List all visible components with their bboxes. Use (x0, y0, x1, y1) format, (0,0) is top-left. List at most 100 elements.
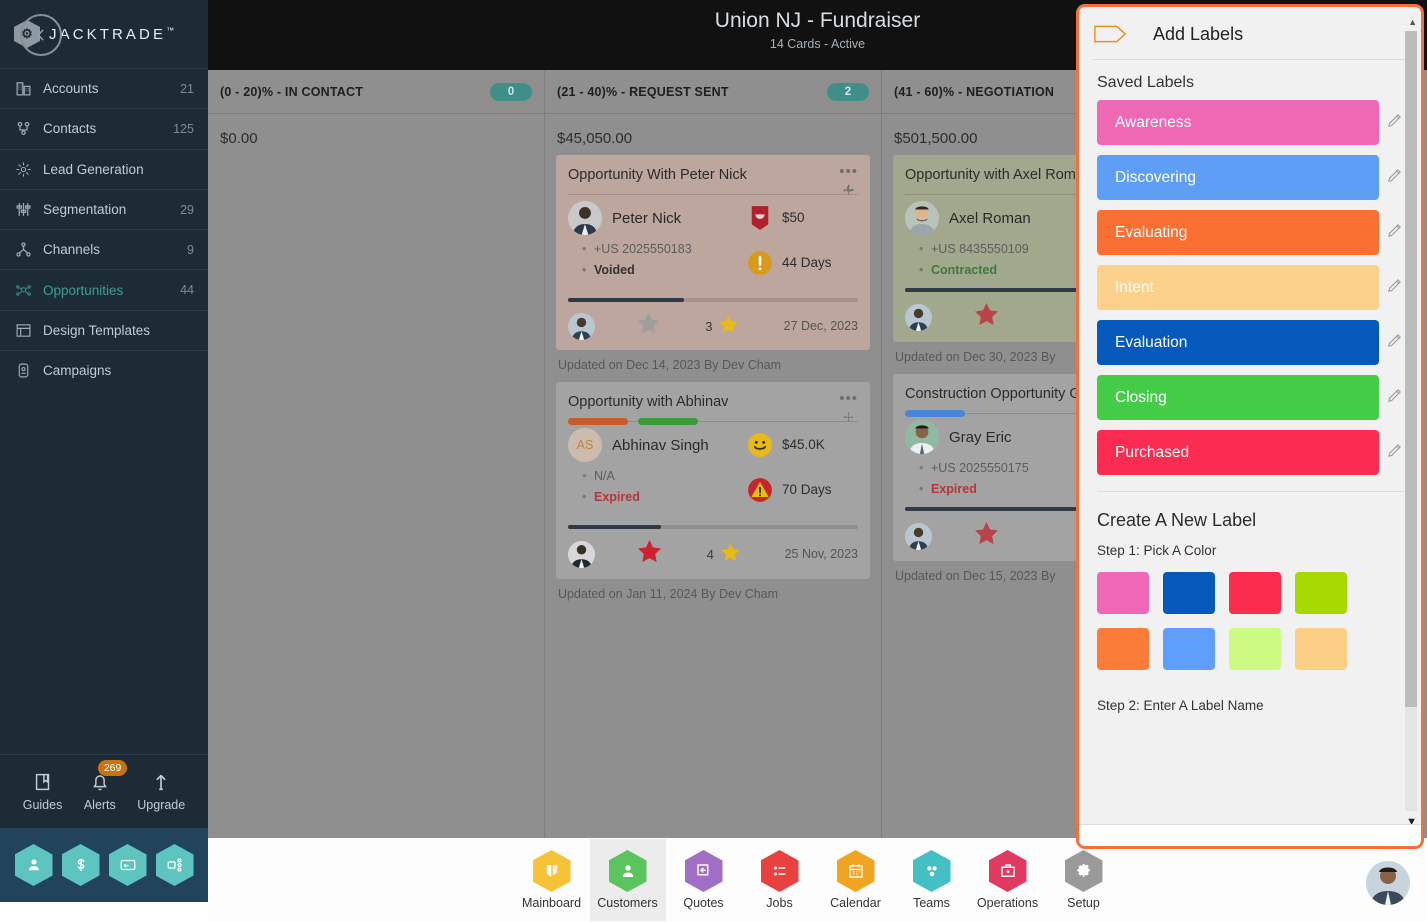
person-hex-icon[interactable] (14, 844, 53, 886)
column-title: (0 - 20)% - IN CONTACT (220, 84, 364, 99)
color-swatch-pink[interactable] (1097, 572, 1149, 614)
panel-scrollbar-thumb[interactable] (1405, 31, 1417, 707)
avatar-initials: AS (568, 428, 602, 462)
bottom-nav-mainboard[interactable]: Mainboard (514, 839, 590, 921)
add-labels-panel-body: Add Labels Saved Labels Awareness Discov… (1079, 7, 1421, 846)
panel-scrollbar[interactable] (1405, 31, 1417, 811)
card-status: Voided (582, 263, 746, 277)
payment-hex-icon[interactable] (108, 844, 147, 886)
mainboard-icon (532, 850, 571, 892)
bottom-navigation: Mainboard Customers Quotes Jobs Calendar… (208, 838, 1427, 922)
card-rating: 3 (662, 313, 784, 339)
workflow-hex-icon[interactable] (155, 844, 194, 886)
saved-label-awareness[interactable]: Awareness (1097, 100, 1379, 145)
sidebar-item-campaigns[interactable]: Campaigns (0, 350, 208, 390)
bottom-nav-quotes[interactable]: Quotes (666, 839, 742, 921)
card-person: Peter Nick (568, 201, 746, 235)
sidebar-item-contacts[interactable]: Contacts 125 (0, 108, 208, 148)
upgrade-label: Upgrade (137, 798, 186, 812)
sidebar-footer (0, 902, 208, 922)
card-priority-star-icon[interactable] (635, 310, 662, 342)
sidebar-quick-actions (0, 828, 208, 902)
saved-label-intent[interactable]: Intent (1097, 265, 1379, 310)
sidebar-item-count: 44 (180, 283, 194, 298)
color-swatch-light-blue[interactable] (1163, 628, 1215, 670)
sidebar-item-lead-generation[interactable]: Lead Generation (0, 148, 208, 189)
sidebar-item-channels[interactable]: Channels 9 (0, 229, 208, 269)
avatar-photo (905, 303, 932, 331)
logo-label: JACKTRADE (49, 25, 167, 43)
add-labels-panel: Add Labels Saved Labels Awareness Discov… (1076, 4, 1424, 849)
saved-label-row: Intent (1079, 265, 1421, 310)
opportunity-card[interactable]: ••• Opportunity with Abhinav AS Abhinav … (556, 382, 870, 579)
sidebar-item-label: Campaigns (43, 363, 112, 379)
avatar-photo (905, 522, 932, 550)
card-label-bar (638, 418, 698, 425)
user-avatar[interactable] (1366, 861, 1410, 905)
avatar (905, 420, 939, 454)
bottom-nav-jobs[interactable]: Jobs (742, 839, 818, 921)
card-divider (568, 418, 858, 425)
card-person: AS Abhinav Singh (568, 428, 746, 462)
bottom-nav-teams[interactable]: Teams (894, 839, 970, 921)
color-swatch-blue[interactable] (1163, 572, 1215, 614)
app-root: ⚙ JACKTRADE™ Accounts 21 Contacts 125 Le… (0, 0, 1427, 922)
card-updated-text: Updated on Jan 11, 2024 By Dev Cham (558, 587, 779, 601)
bottom-nav-label: Quotes (683, 896, 724, 910)
sidebar-item-design-templates[interactable]: Design Templates (0, 309, 208, 350)
saved-label-evaluating[interactable]: Evaluating (1097, 210, 1379, 255)
color-swatch-lime[interactable] (1295, 572, 1347, 614)
card-left-column: Peter Nick +US 2025550183 Voided (568, 201, 746, 294)
column-card-list: ••• Opportunity With Peter Nick Peter Ni… (545, 155, 881, 611)
bottom-nav-calendar[interactable]: Calendar (818, 839, 894, 921)
card-menu-icon[interactable]: ••• (839, 163, 858, 180)
bottom-nav-label: Customers (597, 896, 658, 910)
scroll-up-arrow[interactable]: ▲ (1408, 17, 1417, 27)
person-name: Abhinav Singh (612, 436, 709, 454)
card-priority-star-icon[interactable] (972, 519, 1001, 553)
setup-gear-icon (1064, 850, 1103, 892)
card-body: Peter Nick +US 2025550183 Voided $50 (568, 201, 858, 294)
alerts-button[interactable]: 269 Alerts (84, 760, 128, 812)
bottom-nav-customers[interactable]: Customers (589, 839, 666, 921)
card-title: Opportunity with Abhinav (568, 394, 729, 410)
card-amount-value: $50 (782, 210, 805, 225)
sidebar-item-opportunities[interactable]: Opportunities 44 (0, 269, 208, 309)
guides-button[interactable]: Guides (23, 771, 62, 812)
card-days-value: 70 Days (782, 482, 832, 497)
opportunity-card[interactable]: ••• Opportunity With Peter Nick Peter Ni… (556, 155, 870, 350)
card-updated-text: Updated on Dec 14, 2023 By Dev Cham (558, 358, 782, 372)
card-title: Opportunity With Peter Nick (568, 167, 747, 183)
color-swatch-red[interactable] (1229, 572, 1281, 614)
color-swatch-light-orange[interactable] (1295, 628, 1347, 670)
upgrade-button[interactable]: Upgrade (137, 771, 185, 812)
step2-label: Step 2: Enter A Label Name (1097, 698, 1264, 713)
card-priority-star-icon[interactable] (972, 300, 1001, 334)
column-title: (21 - 40)% - REQUEST SENT (557, 84, 729, 99)
avatar-photo (568, 540, 595, 568)
color-swatch-light-green[interactable] (1229, 628, 1281, 670)
bottom-nav-operations[interactable]: Operations (970, 839, 1046, 921)
book-icon (35, 773, 49, 791)
card-days: 44 Days (746, 249, 858, 276)
card-menu-icon[interactable]: ••• (839, 390, 858, 407)
saved-labels-heading: Saved Labels (1097, 74, 1194, 91)
saved-label-closing[interactable]: Closing (1097, 375, 1379, 420)
saved-label-purchased[interactable]: Purchased (1097, 430, 1379, 475)
saved-label-discovering[interactable]: Discovering (1097, 155, 1379, 200)
card-days: 70 Days (746, 476, 858, 503)
sidebar-item-accounts[interactable]: Accounts 21 (0, 68, 208, 108)
dollar-hex-icon[interactable] (61, 844, 100, 886)
bottom-nav-setup[interactable]: Setup (1046, 839, 1122, 921)
card-priority-star-icon[interactable] (635, 537, 664, 571)
color-swatch-orange[interactable] (1097, 628, 1149, 670)
create-label-heading: Create A New Label (1097, 510, 1257, 530)
sidebar-item-count: 29 (180, 202, 194, 217)
alerts-badge: 269 (97, 760, 128, 776)
saved-label-evaluation[interactable]: Evaluation (1097, 320, 1379, 365)
sidebar-item-segmentation[interactable]: Segmentation 29 (0, 188, 208, 229)
sidebar: ⚙ JACKTRADE™ Accounts 21 Contacts 125 Le… (0, 0, 208, 922)
teams-icon (912, 850, 951, 892)
back-button[interactable] (20, 14, 62, 56)
card-amount: $45.0K (746, 431, 858, 458)
